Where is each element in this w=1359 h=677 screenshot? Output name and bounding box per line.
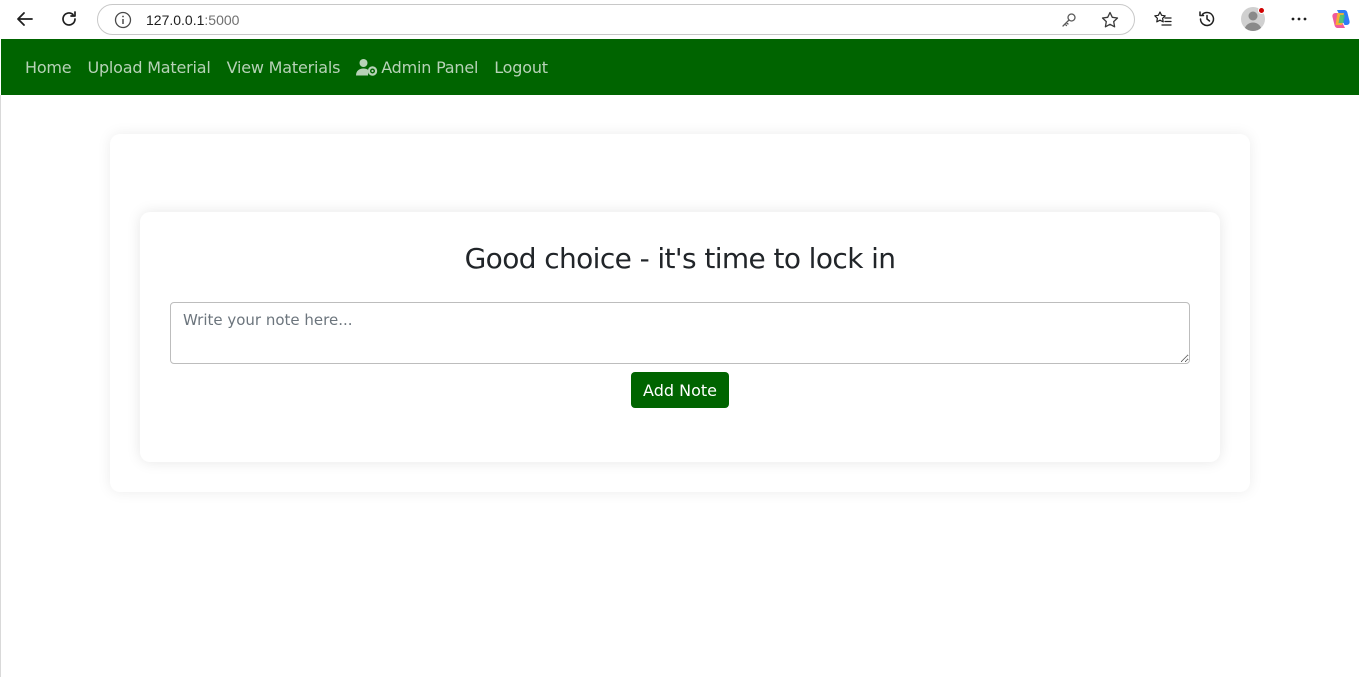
url-host: 127.0.0.1 [146, 12, 205, 28]
address-bar[interactable]: 127.0.0.1:5000 [97, 4, 1135, 35]
reload-icon [62, 11, 76, 26]
nav-view-materials[interactable]: View Materials [227, 58, 341, 77]
more-dots-icon [1291, 17, 1307, 21]
add-note-button[interactable]: Add Note [631, 372, 729, 408]
nav-admin-panel-label: Admin Panel [381, 57, 479, 77]
user-gear-icon [356, 59, 378, 76]
page-left-border [0, 95, 1, 677]
key-icon[interactable] [1060, 11, 1078, 29]
nav-upload-material[interactable]: Upload Material [87, 58, 210, 77]
favorite-star-icon[interactable] [1100, 10, 1120, 30]
history-icon [1199, 11, 1215, 27]
note-input[interactable] [170, 302, 1190, 364]
favorites-list-icon [1154, 11, 1172, 26]
copilot-button[interactable] [1327, 5, 1355, 33]
history-button[interactable] [1193, 5, 1221, 33]
browser-toolbar: 127.0.0.1:5000 [0, 0, 1359, 39]
back-button[interactable] [11, 5, 39, 33]
note-card: Good choice - it's time to lock in Add N… [140, 212, 1220, 462]
copilot-icon [1332, 10, 1350, 28]
nav-logout[interactable]: Logout [494, 58, 548, 77]
reload-button[interactable] [55, 5, 83, 33]
page-heading: Good choice - it's time to lock in [464, 242, 896, 275]
url-text[interactable]: 127.0.0.1:5000 [146, 12, 239, 28]
site-navbar: Home Upload Material View Materials Admi… [1, 39, 1359, 95]
back-arrow-icon [17, 12, 33, 26]
info-icon[interactable] [114, 11, 132, 29]
notification-dot [1258, 7, 1265, 14]
url-port: :5000 [204, 12, 240, 28]
favorites-button[interactable] [1149, 5, 1177, 33]
nav-admin-panel[interactable]: Admin Panel [356, 58, 478, 77]
nav-home[interactable]: Home [25, 58, 72, 77]
more-menu-button[interactable] [1285, 5, 1313, 33]
